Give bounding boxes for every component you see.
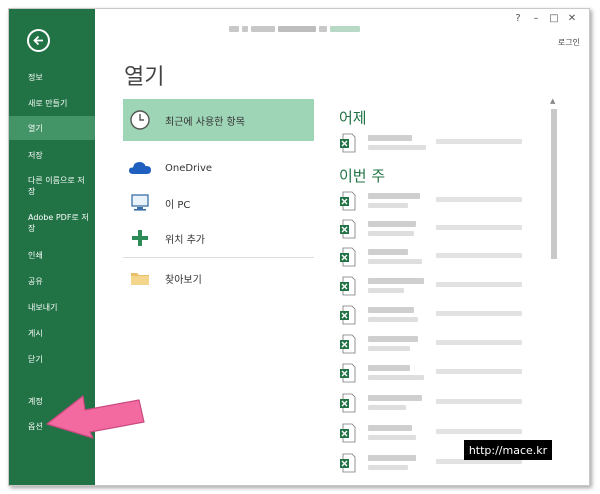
location-label: 찾아보기 xyxy=(165,274,202,286)
excel-file-icon xyxy=(340,276,356,296)
plus-icon xyxy=(128,226,152,250)
folder-icon xyxy=(128,266,152,290)
minimize-button[interactable]: – xyxy=(527,13,545,24)
file-name-blurred xyxy=(368,336,418,342)
location-label: 이 PC xyxy=(165,199,191,211)
file-name-blurred xyxy=(368,455,416,461)
excel-file-icon xyxy=(340,423,356,443)
excel-file-icon xyxy=(340,191,356,211)
recent-file-row[interactable] xyxy=(339,363,524,385)
nav-new[interactable]: 새로 만들기 xyxy=(9,98,95,109)
recent-file-row[interactable] xyxy=(339,305,524,327)
file-date-blurred xyxy=(436,197,522,202)
file-date-blurred xyxy=(436,311,522,316)
recent-file-row[interactable] xyxy=(339,334,524,356)
excel-file-icon xyxy=(340,363,356,383)
scroll-thumb[interactable] xyxy=(551,109,557,259)
file-name-blurred xyxy=(368,193,420,199)
window-title-blurred xyxy=(229,17,379,32)
callout-arrow-icon xyxy=(46,395,145,439)
file-path-blurred xyxy=(368,435,416,440)
file-name-blurred xyxy=(368,249,408,255)
file-name-blurred xyxy=(368,425,412,431)
excel-file-icon xyxy=(340,219,356,239)
watermark: http://mace.kr xyxy=(464,440,552,460)
nav-export[interactable]: 내보내기 xyxy=(9,302,95,313)
excel-file-icon xyxy=(340,247,356,267)
file-path-blurred xyxy=(368,203,408,208)
computer-icon xyxy=(128,191,152,215)
file-date-blurred xyxy=(436,369,522,374)
nav-save-adobe-pdf[interactable]: Adobe PDF로 저장 xyxy=(9,212,89,234)
file-path-blurred xyxy=(368,405,406,410)
login-link[interactable]: 로그인 xyxy=(558,37,580,48)
file-name-blurred xyxy=(368,278,424,284)
file-name-blurred xyxy=(368,221,416,227)
file-date-blurred xyxy=(436,340,522,345)
file-date-blurred xyxy=(436,282,522,287)
file-date-blurred xyxy=(436,429,522,434)
file-date-blurred xyxy=(436,399,522,404)
recent-file-row[interactable] xyxy=(339,247,524,269)
location-add-place[interactable]: 위치 추가 xyxy=(123,217,314,259)
nav-share[interactable]: 공유 xyxy=(9,276,95,287)
help-button[interactable]: ? xyxy=(509,13,527,24)
file-path-blurred xyxy=(368,465,408,470)
close-button[interactable]: ✕ xyxy=(563,13,581,24)
file-name-blurred xyxy=(368,135,412,141)
file-path-blurred xyxy=(368,288,404,293)
file-name-blurred xyxy=(368,307,414,313)
back-arrow-icon xyxy=(33,35,43,46)
excel-file-icon xyxy=(340,133,356,153)
window-controls: ? – □ ✕ xyxy=(509,13,581,24)
location-label: 위치 추가 xyxy=(165,234,205,246)
recent-file-row[interactable] xyxy=(339,133,524,155)
nav-save-as[interactable]: 다른 이름으로 저장 xyxy=(9,175,89,197)
page-title: 열기 xyxy=(124,65,165,90)
location-label: OneDrive xyxy=(165,162,213,174)
recent-file-row[interactable] xyxy=(339,276,524,298)
scroll-up-arrow-icon[interactable]: ▲ xyxy=(550,97,555,105)
maximize-button[interactable]: □ xyxy=(545,13,563,24)
file-name-blurred xyxy=(368,365,410,371)
excel-file-icon xyxy=(340,305,356,325)
file-date-blurred xyxy=(436,253,522,258)
recent-files-scrollbar[interactable]: ▲ xyxy=(550,97,558,477)
file-path-blurred xyxy=(368,231,414,236)
file-name-blurred xyxy=(368,395,422,401)
excel-file-icon xyxy=(340,393,356,413)
file-path-blurred xyxy=(368,317,418,322)
file-path-blurred xyxy=(368,145,426,150)
location-browse[interactable]: 찾아보기 xyxy=(123,257,314,299)
clock-icon xyxy=(128,108,152,132)
recent-file-row[interactable] xyxy=(339,219,524,241)
nav-info[interactable]: 정보 xyxy=(9,72,95,83)
file-path-blurred xyxy=(368,259,422,264)
recent-file-row[interactable] xyxy=(339,191,524,213)
section-this-week: 이번 주 xyxy=(339,167,386,185)
location-recent[interactable]: 최근에 사용한 항목 xyxy=(123,99,314,141)
nav-print[interactable]: 인쇄 xyxy=(9,250,95,261)
file-path-blurred xyxy=(368,375,424,380)
nav-close[interactable]: 닫기 xyxy=(9,354,95,365)
excel-file-icon xyxy=(340,453,356,473)
excel-file-icon xyxy=(340,334,356,354)
file-date-blurred xyxy=(436,139,522,144)
nav-publish[interactable]: 게시 xyxy=(9,328,95,339)
location-label: 최근에 사용한 항목 xyxy=(165,116,245,128)
nav-save[interactable]: 저장 xyxy=(9,150,95,161)
recent-file-row[interactable] xyxy=(339,393,524,415)
section-yesterday: 어제 xyxy=(339,109,367,127)
nav-open[interactable]: 열기 xyxy=(9,116,95,140)
file-path-blurred xyxy=(368,346,410,351)
onedrive-icon xyxy=(128,156,152,180)
file-date-blurred xyxy=(436,225,522,230)
back-button[interactable] xyxy=(27,29,50,52)
